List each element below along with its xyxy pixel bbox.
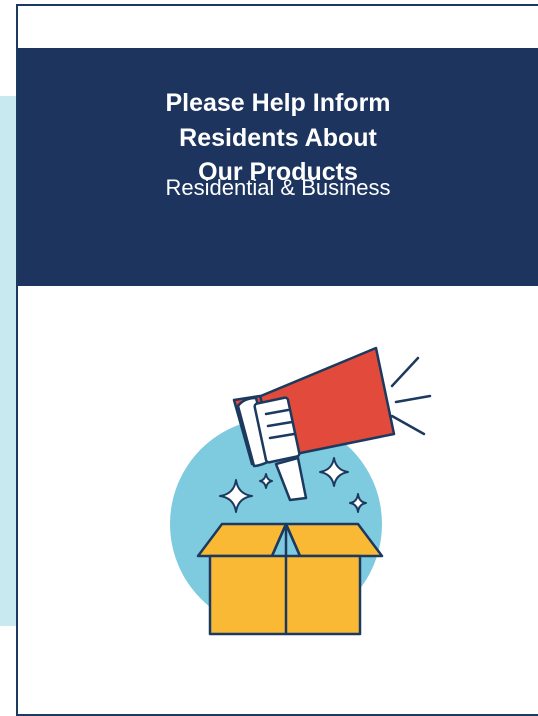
megaphone-box-illustration [170, 346, 432, 636]
banner-subtitle: Residential & Business [165, 175, 391, 200]
sound-lines-icon [390, 356, 432, 436]
header-banner: Please Help Inform Residents About Our P… [18, 48, 538, 286]
